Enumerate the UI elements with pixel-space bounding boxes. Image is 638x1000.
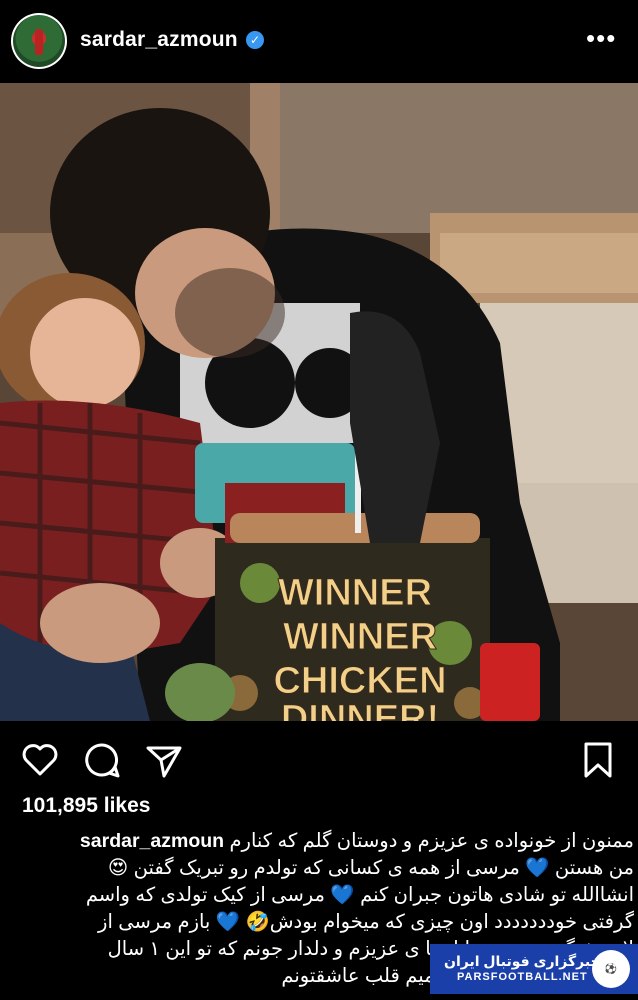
username-link[interactable]: sardar_azmoun — [80, 28, 238, 52]
avatar-image — [13, 15, 65, 67]
like-count[interactable]: 101,895 likes — [22, 794, 150, 818]
caption-text-1: ممنون از خونواده ی عزیزم و دوستان گلم که… — [229, 830, 634, 852]
caption-username[interactable]: sardar_azmoun — [80, 830, 224, 852]
heart-icon[interactable] — [20, 740, 60, 780]
comment-icon[interactable] — [82, 740, 122, 780]
watermark-text: خبرگزاری فوتبال ایران PARSFOOTBALL.NET — [444, 953, 601, 985]
watermark-site: PARSFOOTBALL.NET — [456, 971, 588, 983]
caption-line-3: انشاالله تو شادی هاتون جبران کنم 💙 مرسی … — [85, 884, 634, 906]
post-photo-illustration: WINNER WINNER CHICKEN DINNER! — [0, 83, 638, 721]
verified-badge-icon: ✓ — [246, 31, 264, 49]
post-photo[interactable]: WINNER WINNER CHICKEN DINNER! — [0, 83, 638, 721]
caption-line-4: گرفتی خوددددددد اون چیزی که میخوام بودش🤣… — [98, 911, 634, 933]
share-icon[interactable] — [144, 740, 184, 780]
caption-line-1: ممنون از خونواده ی عزیزم و دوستان گلم که… — [22, 828, 634, 855]
caption-line-2: من هستن 💙 مرسی از همه ی کسانی که تولدم ر… — [107, 857, 634, 879]
bookmark-icon[interactable] — [578, 740, 618, 780]
avatar[interactable] — [11, 13, 67, 69]
post-header: sardar_azmoun ✓ ••• — [0, 0, 638, 83]
parsfootball-watermark: خبرگزاری فوتبال ایران PARSFOOTBALL.NET ⚽ — [430, 944, 638, 994]
more-options-icon[interactable]: ••• — [586, 25, 616, 51]
cake-text-line-4: DINNER! — [281, 698, 439, 721]
watermark-title: خبرگزاری فوتبال ایران — [444, 953, 601, 969]
cake-text-line-2: WINNER — [283, 616, 437, 658]
cake-text-line-1: WINNER — [278, 572, 432, 614]
parsfootball-logo-icon: ⚽ — [592, 950, 630, 988]
cake-text-line-3: CHICKEN — [273, 660, 446, 702]
action-bar — [0, 728, 638, 788]
